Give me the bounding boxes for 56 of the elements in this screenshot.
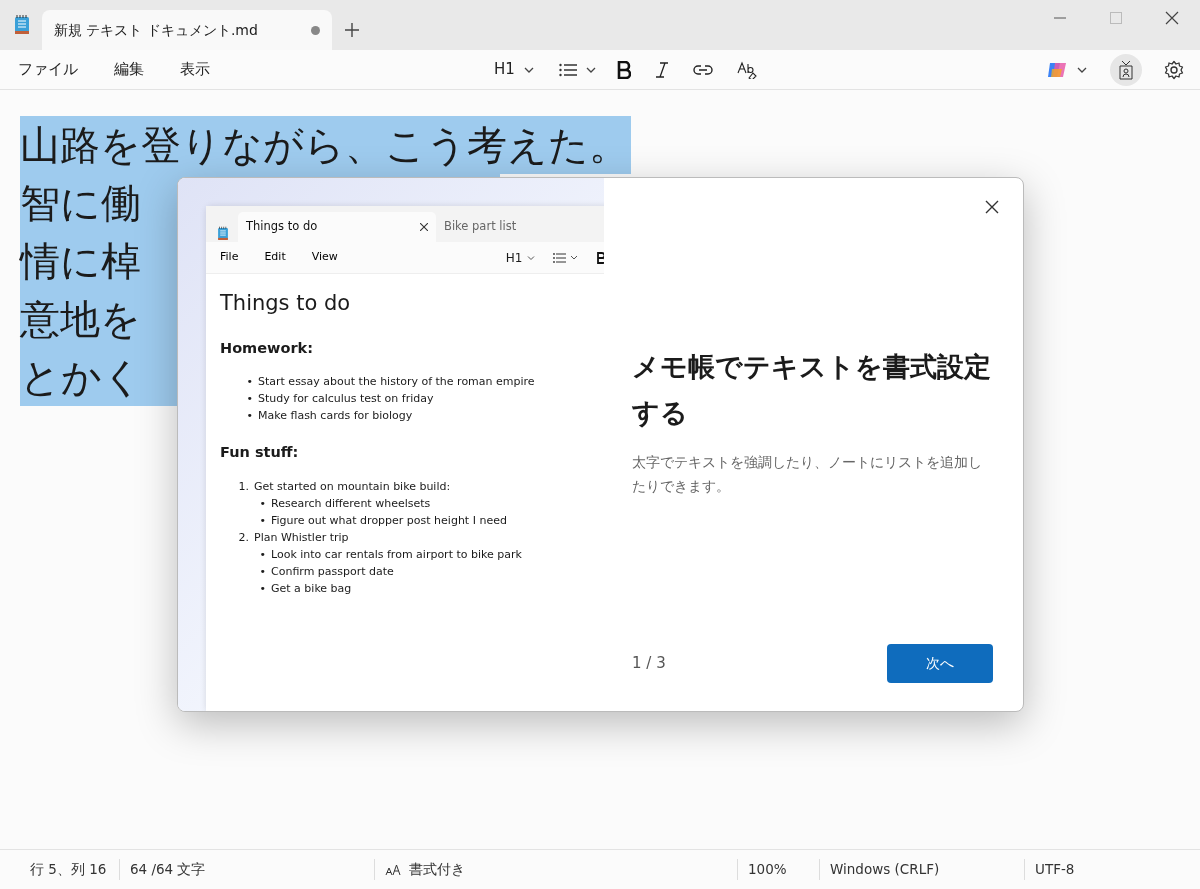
menu-item[interactable]: Edit (256, 247, 294, 268)
menu-item[interactable]: 表示 (170, 54, 220, 85)
list-marker: • (258, 513, 267, 529)
preview-heading: Things to do (220, 290, 352, 317)
close-icon (985, 200, 999, 214)
account-button[interactable] (1110, 53, 1142, 86)
list-item: Get a bike bag (271, 581, 352, 597)
list-marker: • (258, 547, 267, 563)
list-item: Confirm passport date (271, 564, 394, 580)
list-item: Study for calculus test on friday (258, 391, 434, 408)
next-button[interactable]: 次へ (887, 644, 993, 683)
list-item: Research different wheelsets (271, 496, 431, 512)
list-marker: 1. (237, 479, 250, 495)
settings-icon (1164, 59, 1184, 80)
list-item: Look into car rentals from airport to bike park (271, 547, 522, 563)
dialog-title: メモ帳でテキストを書式設定する (632, 350, 992, 430)
list-item: Figure out what dropper post height I need (271, 513, 507, 529)
chevron-down-icon (526, 253, 535, 262)
menu-item[interactable]: ファイル (8, 54, 88, 85)
menu-item[interactable]: 編集 (104, 54, 154, 85)
list-marker: • (245, 408, 254, 425)
preview-tab[interactable]: Things to do (238, 212, 436, 242)
heading-dropdown[interactable]: H1 (486, 54, 543, 85)
line-ending: Windows (CRLF) (830, 861, 940, 878)
list-item: Plan Whistler trip (254, 530, 349, 546)
list-icon (558, 62, 577, 77)
close-icon (1165, 11, 1179, 25)
section-heading: Fun stuff: (220, 443, 300, 463)
cursor-position: 行 5、列 16 (30, 861, 107, 878)
list-marker: • (258, 581, 267, 597)
spellcheck-icon (736, 60, 757, 79)
list-item: Get started on mountain bike build: (254, 479, 451, 495)
menu-item[interactable]: File (212, 247, 247, 268)
list-icon[interactable] (552, 252, 579, 263)
notepad-icon (12, 14, 32, 36)
badge-icon (1119, 59, 1133, 80)
page-indicator: 1 / 3 (632, 653, 666, 675)
list-marker: • (245, 374, 254, 391)
text-size-icon (385, 863, 401, 876)
heading-dropdown[interactable]: H1 (505, 248, 535, 267)
document-tab[interactable]: 新規 テキスト ドキュメント.md (42, 10, 332, 50)
dialog-description: 太字でテキストを強調したり、ノートにリストを追加したりできます。 (632, 453, 983, 496)
encoding: UTF-8 (1035, 861, 1075, 878)
zoom-level: 100% (748, 861, 787, 878)
list-marker: • (258, 496, 267, 512)
list-marker: • (245, 391, 254, 408)
list-item: Make flash cards for biology (258, 408, 413, 425)
italic-icon (654, 60, 669, 79)
format-mode: 書式付き (409, 860, 465, 880)
menu-item[interactable]: View (303, 247, 346, 268)
list-marker: • (258, 564, 267, 580)
character-count: 64 /64 文字 (130, 861, 206, 878)
unsaved-dot (311, 25, 320, 35)
maximize-icon (1110, 12, 1122, 24)
close-icon (420, 223, 428, 231)
list-marker: 2. (237, 530, 250, 546)
